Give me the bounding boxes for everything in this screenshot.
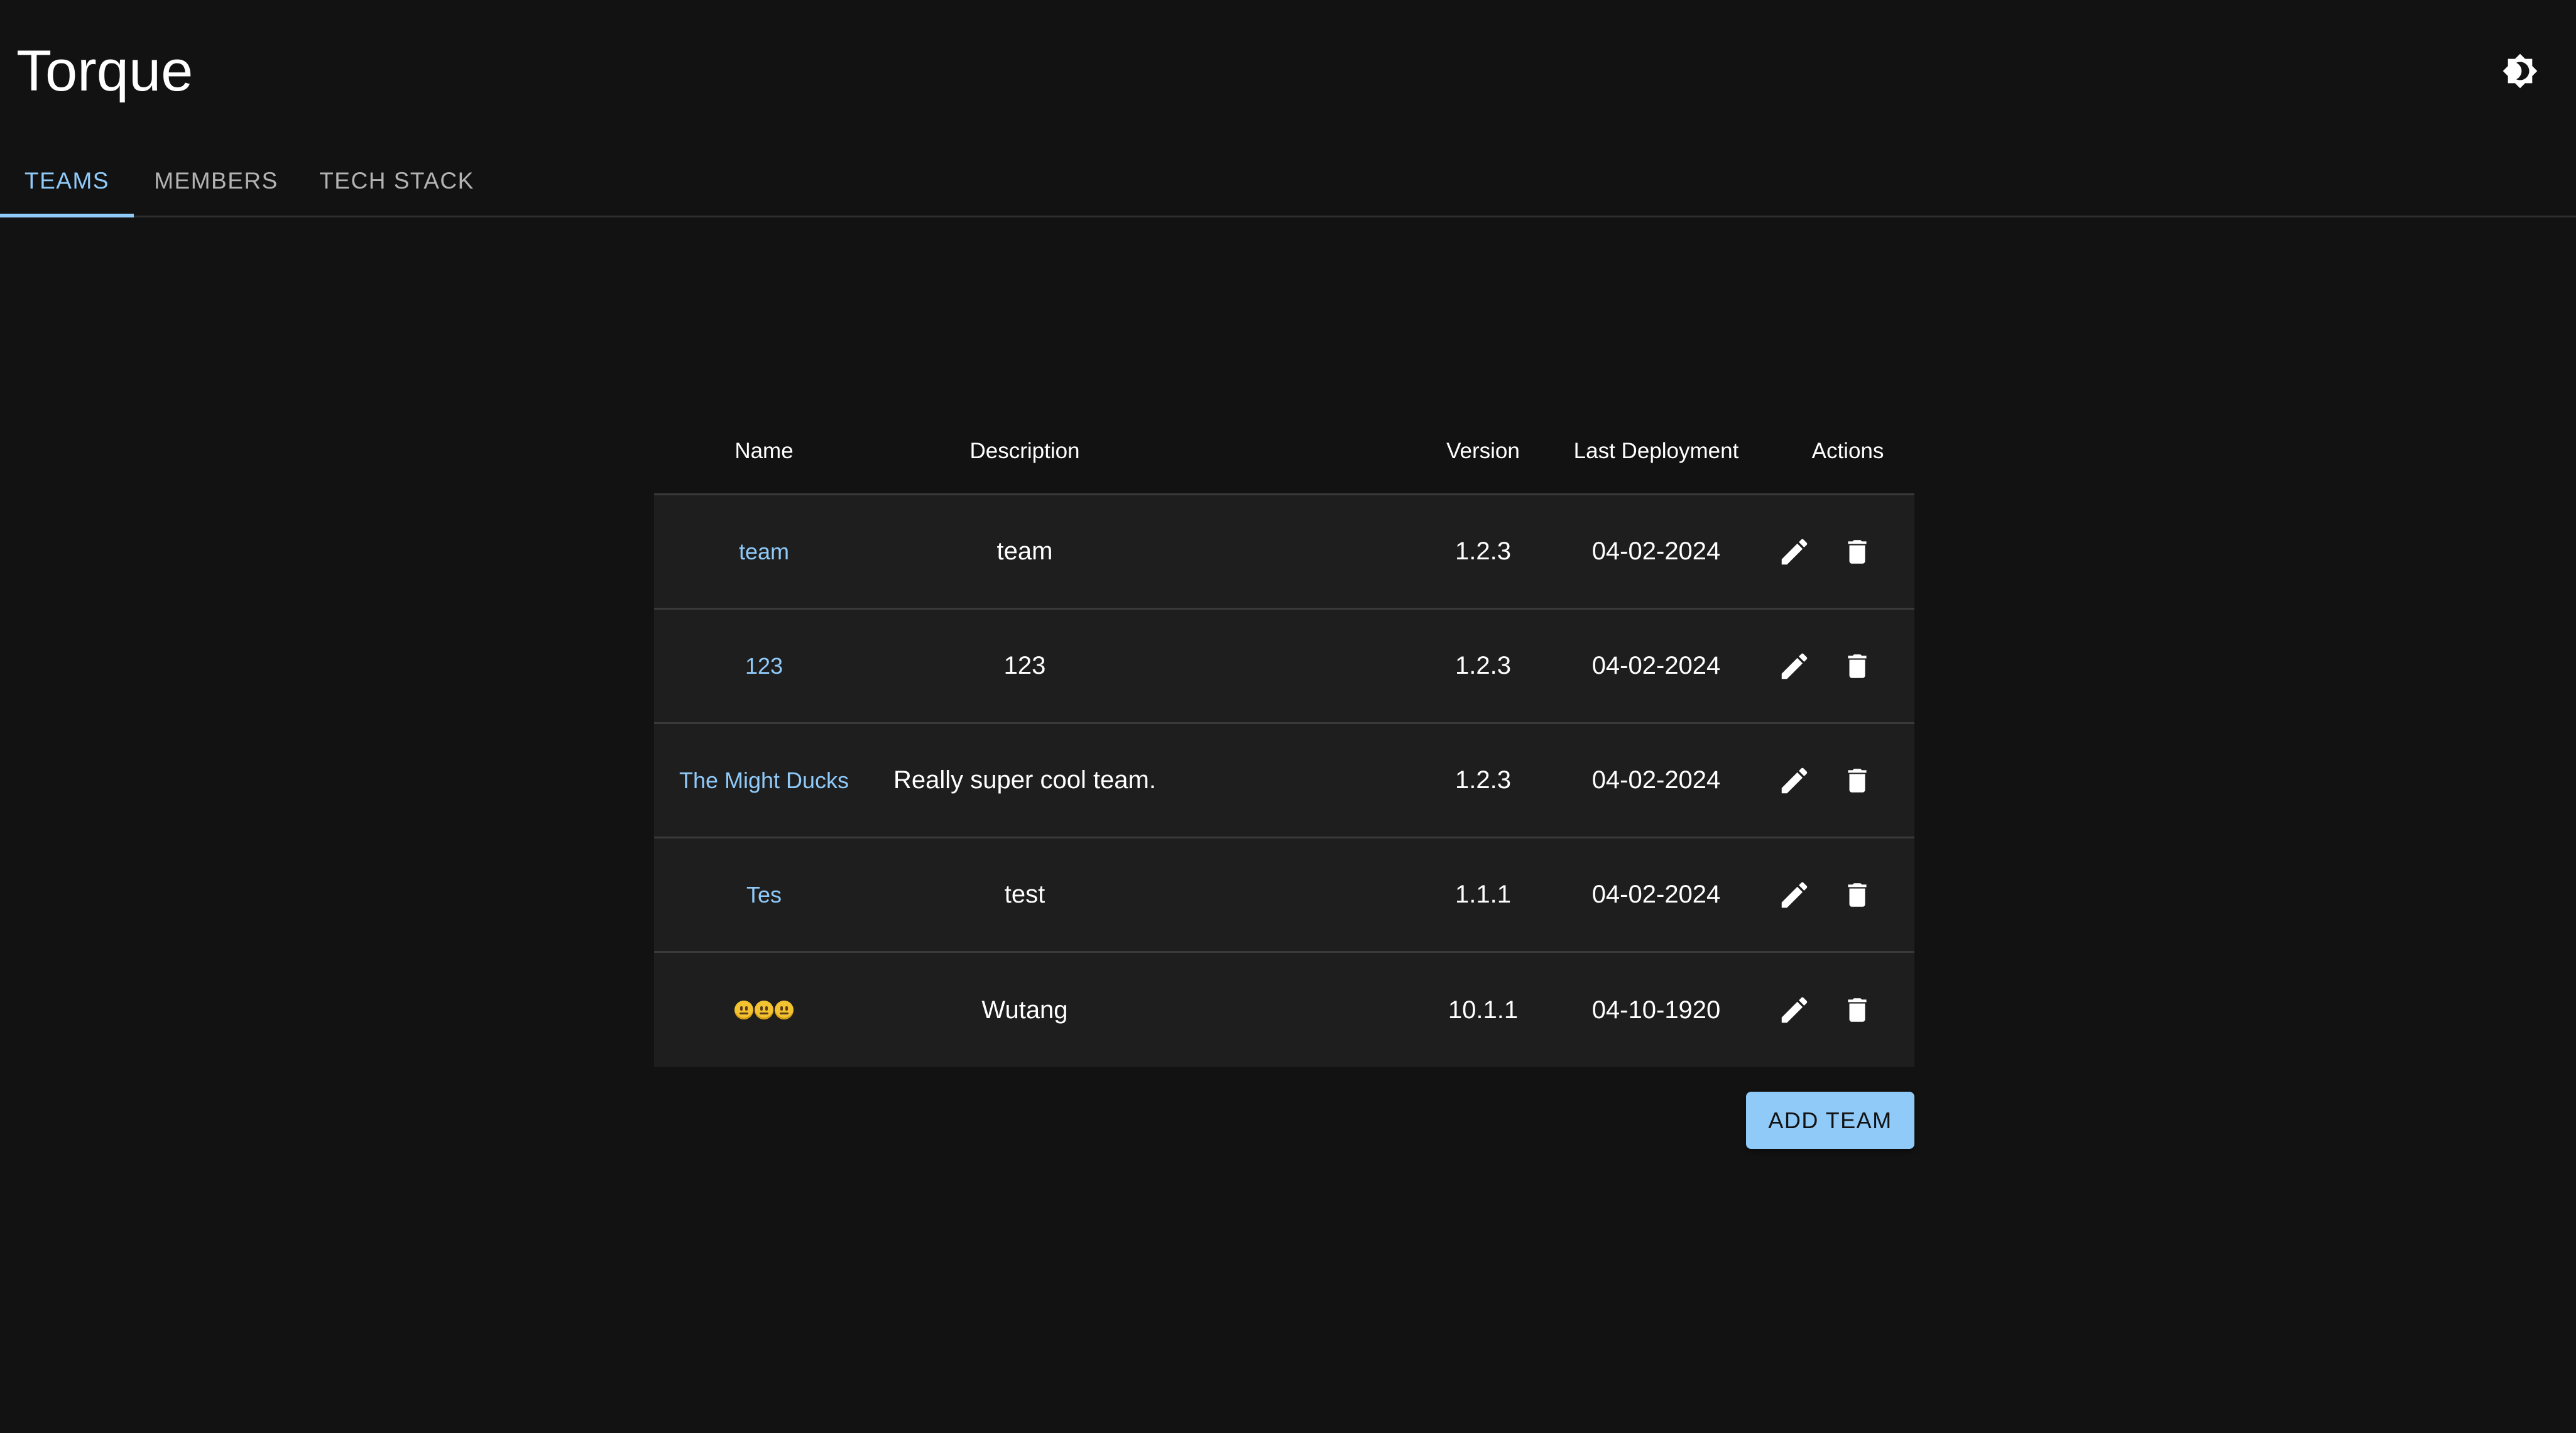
edit-button[interactable]: [1772, 988, 1816, 1032]
delete-button[interactable]: [1835, 988, 1879, 1032]
app-header: Torque: [0, 0, 2576, 140]
edit-button[interactable]: [1772, 644, 1816, 688]
table-header: Name Description Version Last Deployment…: [654, 409, 1914, 495]
column-header-name: Name: [734, 438, 794, 463]
tab-tech-stack[interactable]: TECH STACK: [298, 145, 495, 217]
team-description: Really super cool team.: [893, 766, 1156, 794]
table-row: 123 123 1.2.3 04-02-2024: [654, 610, 1914, 724]
column-header-last-deployment: Last Deployment: [1573, 438, 1739, 463]
neutral-face-icon: [775, 1001, 794, 1019]
delete-button[interactable]: [1835, 530, 1879, 574]
edit-icon: [1781, 767, 1808, 793]
add-team-button[interactable]: ADD TEAM: [1746, 1092, 1914, 1149]
edit-icon: [1781, 882, 1808, 908]
neutral-face-icon: [755, 1001, 773, 1019]
team-name-link[interactable]: team: [739, 539, 789, 565]
delete-icon: [1848, 654, 1867, 678]
delete-icon: [1848, 768, 1867, 793]
team-last-deployment: 04-02-2024: [1591, 766, 1721, 794]
team-last-deployment: 04-10-1920: [1591, 996, 1721, 1024]
active-tab-indicator: [0, 214, 134, 217]
team-last-deployment: 04-02-2024: [1591, 652, 1721, 679]
app-title: Torque: [16, 39, 194, 103]
tab-teams[interactable]: TEAMS: [0, 145, 134, 217]
team-description: Wutang: [981, 996, 1068, 1024]
tab-bar: TEAMS MEMBERS TECH STACK: [0, 145, 2576, 217]
edit-icon: [1781, 653, 1808, 679]
edit-icon: [1781, 539, 1808, 564]
emoji-name: [734, 1001, 794, 1019]
brightness-icon: [2502, 53, 2538, 89]
neutral-face-icon: [734, 1001, 753, 1019]
column-header-actions: Actions: [1811, 438, 1884, 463]
team-name-link[interactable]: The Might Ducks: [679, 767, 849, 794]
tab-members-label: MEMBERS: [154, 168, 278, 194]
column-header-description: Description: [969, 438, 1080, 463]
delete-button[interactable]: [1835, 759, 1879, 803]
delete-icon: [1848, 998, 1867, 1022]
edit-button[interactable]: [1772, 530, 1816, 574]
table-body: team team 1.2.3 04-02-2024 123 123 1.2.3…: [654, 495, 1914, 1067]
table-row: team team 1.2.3 04-02-2024: [654, 495, 1914, 610]
theme-toggle-button[interactable]: [2499, 50, 2541, 92]
delete-button[interactable]: [1835, 644, 1879, 688]
team-description: team: [996, 537, 1053, 565]
edit-button[interactable]: [1772, 873, 1816, 917]
tab-tech-stack-label: TECH STACK: [319, 168, 474, 194]
delete-button[interactable]: [1835, 873, 1879, 917]
table-row: 😐😐😐 Wutang 10.1.1 04-10-1920: [654, 953, 1914, 1067]
team-description: test: [1004, 881, 1045, 908]
table-row: The Might Ducks Really super cool team. …: [654, 724, 1914, 838]
team-name-link[interactable]: Tes: [746, 882, 782, 908]
team-last-deployment: 04-02-2024: [1591, 537, 1721, 565]
tab-teams-label: TEAMS: [25, 168, 109, 194]
edit-icon: [1781, 997, 1808, 1023]
delete-icon: [1848, 539, 1867, 564]
teams-table: Name Description Version Last Deployment…: [654, 409, 1914, 1067]
delete-icon: [1848, 882, 1867, 907]
team-name-link[interactable]: 123: [745, 653, 783, 679]
team-name-link[interactable]: 😐😐😐: [734, 1001, 794, 1019]
team-description: 123: [1003, 652, 1046, 679]
tab-members[interactable]: MEMBERS: [134, 145, 298, 217]
edit-button[interactable]: [1772, 759, 1816, 803]
table-row: Tes test 1.1.1 04-02-2024: [654, 838, 1914, 953]
team-last-deployment: 04-02-2024: [1591, 881, 1721, 908]
